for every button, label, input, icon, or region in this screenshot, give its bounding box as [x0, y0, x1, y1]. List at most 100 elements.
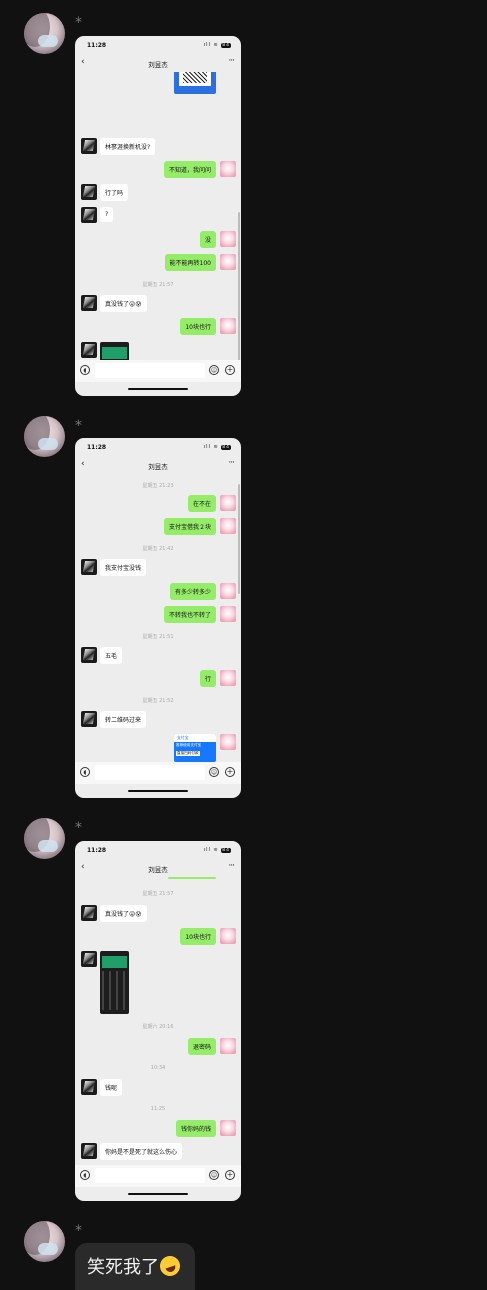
message-bubble: 钱呢	[100, 1079, 123, 1096]
message-input[interactable]	[95, 1168, 205, 1183]
ellipsis-icon[interactable]: ···	[228, 458, 235, 468]
message-text: 笑死我了	[87, 1257, 159, 1278]
screenshot-image[interactable]	[100, 951, 129, 1014]
timestamp: 星期五 21:57	[142, 282, 174, 288]
post-marker: *	[75, 820, 82, 836]
self-avatar[interactable]	[220, 583, 236, 599]
self-avatar[interactable]	[220, 518, 236, 534]
chat-screenshot[interactable]: 11:28 ıll ≋ 84 ‹ 刘昱杰 ··· 星期五 21:57 真没钱了😜…	[75, 841, 241, 1201]
alipay-label: 支付宝	[174, 734, 216, 742]
contact-avatar[interactable]	[81, 647, 97, 663]
message-input[interactable]	[95, 765, 205, 780]
avatar[interactable]	[24, 13, 65, 54]
timestamp: 10:34	[150, 1065, 166, 1071]
ellipsis-icon[interactable]: ···	[228, 56, 235, 66]
chat-title: 刘昱杰	[148, 61, 168, 69]
chat-area: 星期五 21:57 真没钱了😜😰 10块也行 星期六 20:16 退密码 10:…	[75, 877, 241, 1165]
self-avatar[interactable]	[220, 1120, 236, 1136]
status-time: 11:28	[87, 847, 107, 854]
avatar[interactable]	[24, 818, 65, 859]
message-bubble: 我支付宝没钱	[100, 559, 147, 576]
timestamp: 星期五 21:57	[142, 891, 174, 897]
emoji-icon[interactable]: ☺	[209, 1170, 219, 1180]
post-marker: *	[75, 15, 82, 31]
contact-avatar[interactable]	[81, 1143, 97, 1159]
contact-avatar[interactable]	[81, 184, 97, 200]
contact-avatar[interactable]	[81, 951, 97, 967]
timestamp: 星期五 21:23	[142, 483, 174, 489]
message-bubble: ?	[100, 207, 114, 222]
signal-wifi-battery-icon: ıll ≋ 84	[203, 42, 231, 48]
post-marker: *	[75, 418, 82, 434]
ellipsis-icon[interactable]: ···	[228, 861, 235, 871]
self-avatar[interactable]	[220, 670, 236, 686]
message-bubble: 五毛	[100, 647, 123, 664]
home-indicator	[128, 790, 188, 792]
plus-icon[interactable]: +	[225, 365, 235, 375]
self-avatar[interactable]	[220, 254, 236, 270]
message-bubble: 有多少转多少	[169, 583, 216, 600]
status-time: 11:28	[87, 42, 107, 49]
voice-icon[interactable]: ◖	[80, 767, 90, 777]
input-bar: ◖ ☺ +	[75, 1165, 241, 1187]
screenshot-image[interactable]	[100, 342, 129, 360]
timestamp: 星期五 21:51	[142, 634, 174, 640]
emoji-icon[interactable]: ☺	[209, 365, 219, 375]
payment-card[interactable]: 支付宝 推荐使用支付宝 直接扫码付款	[174, 734, 216, 762]
contact-avatar[interactable]	[81, 207, 97, 223]
message-bubble: 10块也行	[180, 318, 216, 335]
avatar[interactable]	[24, 1221, 65, 1262]
message-bubble: 钱你妈的钱	[175, 1120, 216, 1137]
message-bubble: 林寥涯换新机没?	[100, 138, 156, 155]
voice-icon[interactable]: ◖	[80, 365, 90, 375]
self-avatar[interactable]	[220, 231, 236, 247]
qr-code-image[interactable]	[174, 72, 216, 94]
avatar[interactable]	[24, 416, 65, 457]
scrollbar[interactable]	[238, 484, 240, 594]
self-avatar[interactable]	[220, 318, 236, 334]
post-marker: *	[75, 1223, 82, 1239]
message-bubble: 能不能再转100	[164, 254, 216, 271]
input-bar: ◖ ☺ +	[75, 360, 241, 382]
signal-wifi-battery-icon: ıll ≋ 84	[203, 847, 231, 853]
timestamp: 星期六 20:16	[142, 1024, 174, 1030]
contact-avatar[interactable]	[81, 138, 97, 154]
chat-screenshot[interactable]: 11:28 ıll ≋ 84 ‹ 刘昱杰 ··· 星期五 21:23 在不在 支…	[75, 438, 241, 798]
message-bubble: 在不在	[187, 495, 216, 512]
signal-wifi-battery-icon: ıll ≋ 84	[203, 444, 231, 450]
status-bar: 11:28 ıll ≋ 84	[75, 438, 241, 458]
scrollbar[interactable]	[238, 212, 240, 360]
self-avatar[interactable]	[220, 1038, 236, 1054]
chat-header: ‹ 刘昱杰 ···	[75, 861, 241, 877]
plus-icon[interactable]: +	[225, 767, 235, 777]
self-avatar[interactable]	[220, 928, 236, 944]
self-avatar[interactable]	[220, 495, 236, 511]
message-bubble: 转二维码过来	[100, 711, 147, 728]
status-time: 11:28	[87, 444, 107, 451]
self-avatar[interactable]	[220, 161, 236, 177]
contact-avatar[interactable]	[81, 905, 97, 921]
contact-avatar[interactable]	[81, 342, 97, 358]
voice-icon[interactable]: ◖	[80, 1170, 90, 1180]
chat-header: ‹ 刘昱杰 ···	[75, 458, 241, 474]
self-avatar[interactable]	[220, 606, 236, 622]
previous-message-edge	[168, 877, 216, 879]
contact-avatar[interactable]	[81, 295, 97, 311]
message-bubble: 退密码	[187, 1038, 216, 1055]
self-avatar[interactable]	[220, 734, 236, 750]
timestamp: 星期五 21:42	[142, 546, 174, 552]
emoji-icon[interactable]: ☺	[209, 767, 219, 777]
message-bubble: 真没钱了😜😰	[100, 905, 147, 922]
contact-avatar[interactable]	[81, 1079, 97, 1095]
message-bubble: 行	[199, 670, 216, 687]
message-bubble: 10块也行	[180, 928, 216, 945]
chat-screenshot[interactable]: 11:28 ıll ≋ 84 ‹ 刘昱杰 ··· 林寥涯换新机没? 不知道，我问…	[75, 36, 241, 396]
contact-avatar[interactable]	[81, 559, 97, 575]
rolling-on-floor-laughing-icon	[157, 1253, 183, 1279]
home-indicator	[128, 1193, 188, 1195]
chat-area: 星期五 21:23 在不在 支付宝借我２块 星期五 21:42 我支付宝没钱 有…	[75, 474, 241, 762]
contact-avatar[interactable]	[81, 711, 97, 727]
plus-icon[interactable]: +	[225, 1170, 235, 1180]
status-bar: 11:28 ıll ≋ 84	[75, 36, 241, 56]
message-input[interactable]	[95, 363, 205, 378]
